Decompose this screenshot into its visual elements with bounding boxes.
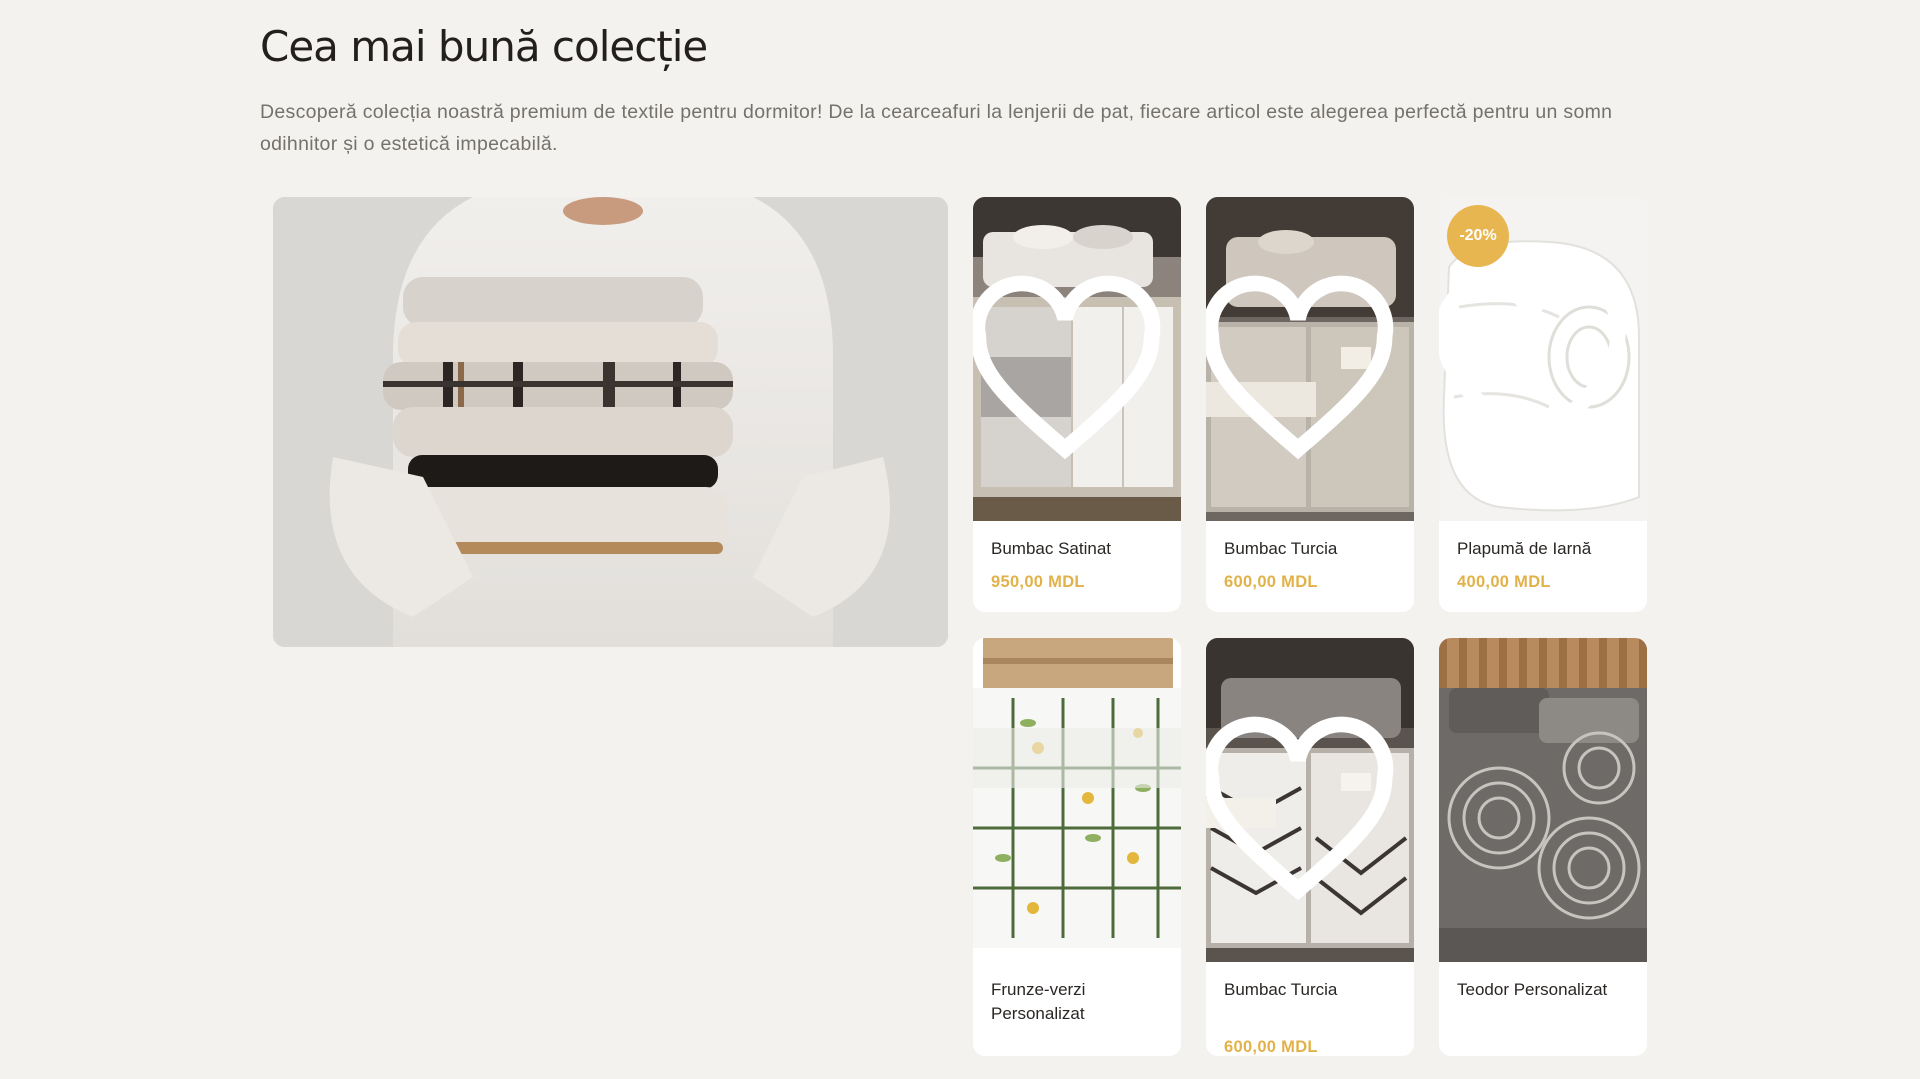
product-image[interactable] [1206, 197, 1414, 521]
heart-icon[interactable] [1439, 209, 1635, 521]
heart-icon[interactable] [973, 209, 1169, 521]
product-image[interactable]: -20% [1439, 197, 1647, 521]
product-image[interactable] [973, 638, 1181, 962]
product-image[interactable] [973, 197, 1181, 521]
product-price: 950,00 MDL [991, 573, 1085, 591]
product-name[interactable]: Teodor Personalizat [1457, 978, 1637, 1002]
section-description: Descoperă colecția noastră premium de te… [260, 101, 1613, 155]
product-card[interactable]: Bumbac Turcia 600,00 MDL [1206, 638, 1414, 1056]
product-image[interactable] [1439, 638, 1647, 962]
section-title: Cea mai bună colecție [260, 22, 708, 71]
product-name[interactable]: Frunze-verzi Personalizat [991, 978, 1171, 1026]
collection-section: Cea mai bună colecție Descoperă colecția… [0, 0, 1920, 1079]
product-card[interactable]: -20% Plapumă de Iarnă 400,00 MDL [1439, 197, 1647, 612]
hero-image-folded-textiles [273, 197, 948, 647]
product-card[interactable]: Frunze-verzi Personalizat [973, 638, 1181, 1056]
heart-icon[interactable] [1206, 209, 1402, 521]
product-name[interactable]: Bumbac Turcia [1224, 978, 1404, 1002]
product-card[interactable]: Bumbac Turcia 600,00 MDL [1206, 197, 1414, 612]
product-price: 600,00 MDL [1224, 573, 1318, 591]
heart-icon[interactable] [1206, 650, 1402, 962]
product-price: 400,00 MDL [1457, 573, 1551, 591]
product-image[interactable] [1206, 638, 1414, 962]
product-name[interactable]: Bumbac Satinat [991, 537, 1171, 561]
product-name[interactable]: Bumbac Turcia [1224, 537, 1404, 561]
product-card[interactable]: Teodor Personalizat [1439, 638, 1647, 1056]
product-price: 600,00 MDL [1224, 1038, 1318, 1056]
product-name[interactable]: Plapumă de Iarnă [1457, 537, 1637, 561]
product-card[interactable]: Bumbac Satinat 950,00 MDL [973, 197, 1181, 612]
